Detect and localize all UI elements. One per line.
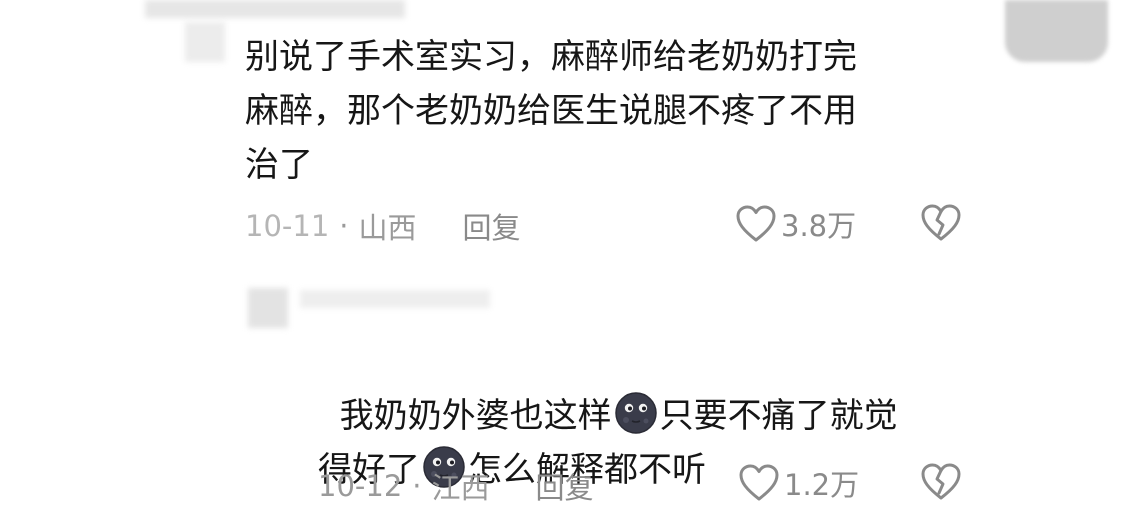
comment-2-reply-button[interactable]: 回复 (536, 465, 594, 507)
comment-1-like-count: 3.8万 (781, 209, 857, 243)
comment-1-dislike-button[interactable] (920, 203, 962, 243)
broken-heart-icon (920, 203, 962, 243)
comment-1-text: 别说了手术室实习，麻醉师给老奶奶打完 麻醉，那个老奶奶给医生说腿不疼了不用 治了 (245, 37, 857, 185)
blurred-top-right-avatar[interactable] (1005, 0, 1108, 62)
blurred-username-reply (300, 290, 490, 308)
meta-separator: · (339, 209, 349, 243)
comment-2-text-part-1: 我奶奶外婆也这样 (339, 396, 612, 436)
broken-heart-icon (920, 462, 962, 502)
blurred-avatar-top (185, 22, 225, 62)
heart-outline-icon (738, 463, 780, 503)
comment-1-location: 山西 (358, 211, 417, 245)
comment-2-dislike-button[interactable] (920, 462, 962, 502)
blurred-avatar-reply (248, 288, 288, 328)
comment-1-meta: 10-11 · 山西 回复 (245, 205, 521, 247)
comment-2-like-count: 1.2万 (784, 468, 860, 502)
comment-1-date: 10-11 (245, 209, 330, 243)
blurred-username-top (145, 0, 405, 18)
heart-outline-icon (735, 204, 777, 244)
comment-2-text-part-2: 只要不痛了就觉 (659, 396, 898, 436)
comment-2-meta: 10-12 · 江西 回复 (318, 465, 594, 507)
meta-separator: · (412, 469, 422, 503)
new-moon-face-emoji-icon (614, 391, 658, 435)
comment-2-location: 江西 (431, 471, 490, 505)
comment-2-date: 10-12 (318, 469, 403, 503)
comment-1-reply-button[interactable]: 回复 (463, 205, 521, 247)
comment-2-like-button[interactable]: 1.2万 (738, 462, 859, 504)
comment-1-like-button[interactable]: 3.8万 (735, 203, 856, 245)
